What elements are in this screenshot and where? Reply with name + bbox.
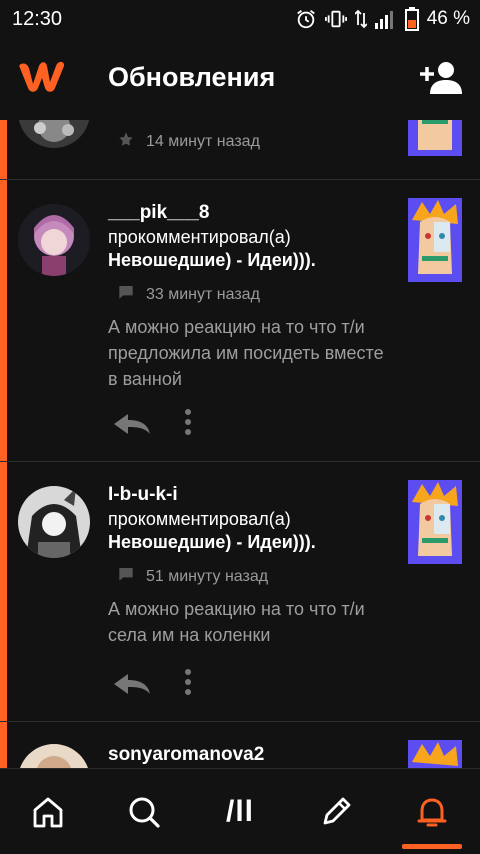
battery-icon <box>404 7 419 31</box>
star-icon <box>118 131 134 152</box>
add-user-icon <box>420 62 462 94</box>
updates-feed[interactable]: 14 минут назад ___pik___8 прокомментиров… <box>0 120 480 768</box>
nav-search[interactable] <box>96 769 192 854</box>
avatar[interactable] <box>18 204 90 276</box>
avatar[interactable] <box>18 486 90 558</box>
more-vertical-icon <box>185 669 191 695</box>
pencil-icon <box>323 797 351 825</box>
home-icon <box>33 797 63 828</box>
comment-icon <box>118 284 134 305</box>
data-arrows-icon <box>354 8 367 30</box>
username[interactable]: sonyaromanova2 <box>108 744 264 766</box>
story-title[interactable]: Невошедшие) - Идеи))). <box>108 250 316 271</box>
status-icons: 46 % <box>295 6 470 32</box>
story-title[interactable]: Невошедшие) - Идеи))). <box>108 532 316 553</box>
battery-level: 46 % <box>426 8 470 29</box>
add-user-button[interactable] <box>420 60 462 101</box>
nav-home[interactable] <box>0 769 96 854</box>
story-cover[interactable] <box>408 198 462 282</box>
action-text: прокомментировал(а) <box>108 509 291 529</box>
active-tab-indicator <box>402 844 462 849</box>
page-title: Обновления <box>108 62 276 92</box>
nav-write[interactable] <box>288 769 384 854</box>
list-item[interactable]: ___pik___8 прокомментировал(а) Невошедши… <box>0 180 480 462</box>
username[interactable]: I-b-u-k-i <box>108 484 178 506</box>
status-bar: 12:30 46 % <box>0 0 480 38</box>
item-meta: 51 минуту назад <box>118 566 268 587</box>
story-cover[interactable] <box>408 480 462 564</box>
alarm-icon <box>295 8 317 30</box>
item-meta: 14 минут назад <box>118 131 260 152</box>
reply-icon <box>114 674 150 694</box>
avatar[interactable] <box>18 120 90 148</box>
username[interactable]: ___pik___8 <box>108 202 209 224</box>
reply-icon <box>114 414 150 434</box>
comment-text: А можно реакцию на то что т/и села им на… <box>108 599 365 645</box>
comment-text: А можно реакцию на то что т/и предложила… <box>108 317 384 389</box>
vibrate-icon <box>324 8 347 30</box>
reply-button[interactable] <box>112 672 152 696</box>
story-cover[interactable] <box>408 120 462 156</box>
bell-icon <box>417 798 447 827</box>
app-bar: Обновления <box>0 38 480 120</box>
more-options-button[interactable] <box>178 408 198 436</box>
library-icon: /ll <box>225 795 254 828</box>
search-icon <box>129 797 160 828</box>
more-options-button[interactable] <box>178 668 198 696</box>
wattpad-logo-icon[interactable] <box>18 58 68 99</box>
story-cover[interactable] <box>408 740 462 768</box>
reply-button[interactable] <box>112 412 152 436</box>
bottom-navigation: /ll <box>0 768 480 854</box>
list-item[interactable]: sonyaromanova2 <box>0 722 480 768</box>
item-meta: 33 минут назад <box>118 284 260 305</box>
signal-icon <box>374 9 397 29</box>
action-text: прокомментировал(а) <box>108 227 291 247</box>
status-time: 12:30 <box>12 8 63 30</box>
list-item[interactable]: I-b-u-k-i прокомментировал(а) Невошедшие… <box>0 462 480 722</box>
comment-icon <box>118 566 134 587</box>
more-vertical-icon <box>185 409 191 435</box>
list-item[interactable]: 14 минут назад <box>0 120 480 180</box>
nav-library[interactable]: /ll <box>192 769 288 854</box>
avatar[interactable] <box>18 744 90 768</box>
nav-notifications[interactable] <box>384 769 480 854</box>
